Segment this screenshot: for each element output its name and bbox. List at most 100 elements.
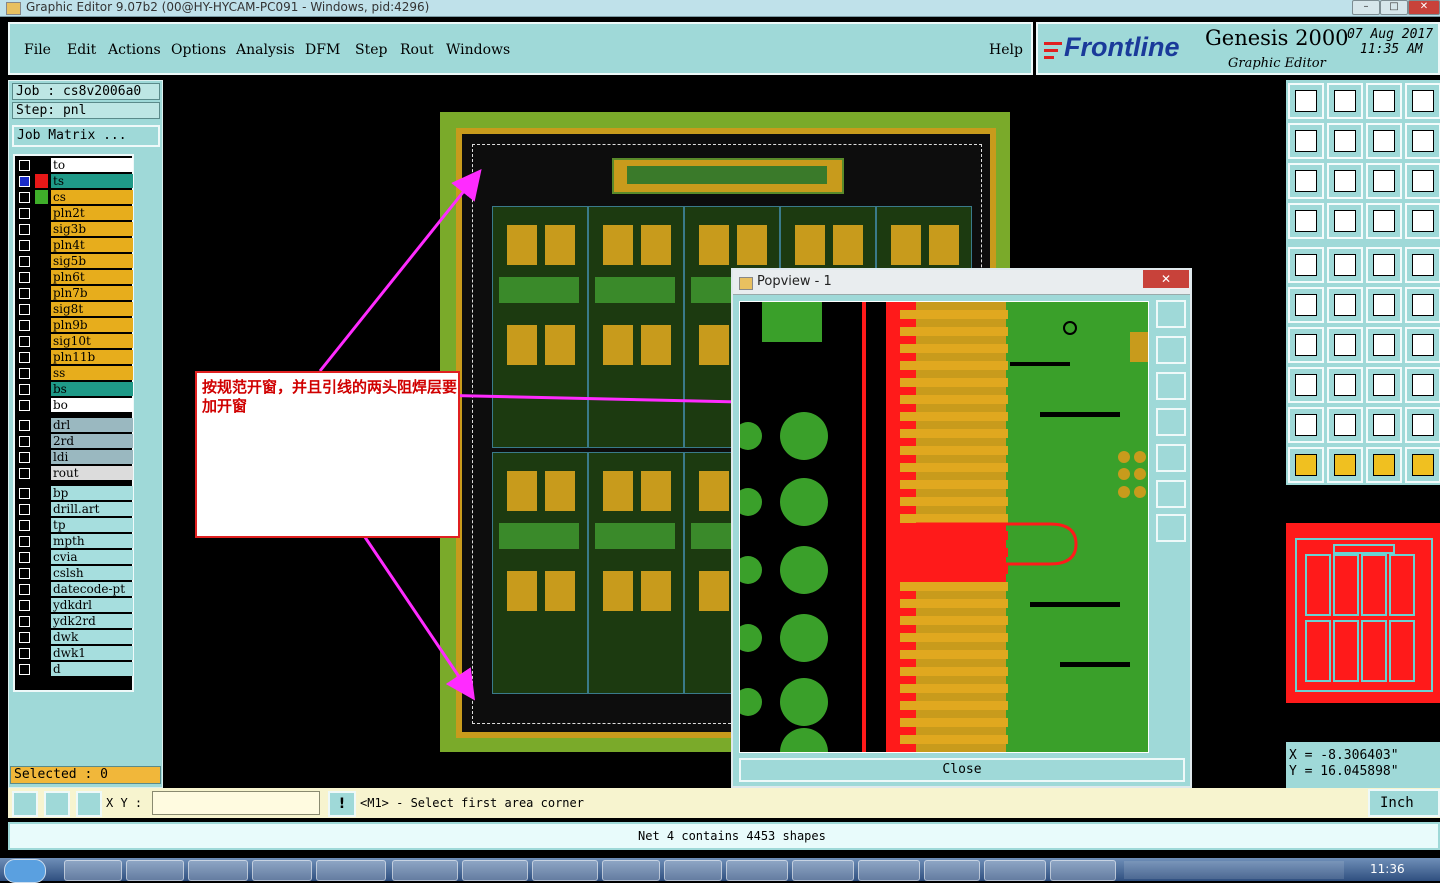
minus-icon[interactable]	[1327, 367, 1363, 403]
net-select-icon[interactable]	[1288, 287, 1324, 323]
tool-glyph	[1334, 334, 1356, 356]
task-7[interactable]	[462, 860, 528, 881]
task-16[interactable]	[1050, 860, 1116, 881]
layer-compare-icon[interactable]	[1366, 203, 1402, 239]
task-2[interactable]	[126, 860, 184, 881]
zoom-ratio-icon[interactable]	[1366, 163, 1402, 199]
popview-zoom-fit-icon[interactable]	[1156, 480, 1186, 508]
point-add-icon[interactable]	[1405, 287, 1440, 323]
ruler-icon[interactable]	[1366, 247, 1402, 283]
finger-solder-mask	[886, 361, 900, 370]
finger-solder-mask	[886, 684, 900, 693]
select-point-icon[interactable]	[1288, 247, 1324, 283]
finger-solder-mask	[886, 310, 900, 319]
task-4[interactable]	[252, 860, 312, 881]
select-area-icon[interactable]	[1327, 247, 1363, 283]
task-11[interactable]	[726, 860, 788, 881]
pan-left-icon[interactable]	[1288, 123, 1324, 159]
tool-glyph	[1412, 90, 1434, 112]
pad-icon[interactable]	[1405, 247, 1440, 283]
tool-glyph	[1334, 130, 1356, 152]
minimap[interactable]	[1286, 523, 1440, 703]
start-button-icon[interactable]	[4, 859, 46, 883]
popview-zoom-home-icon[interactable]	[1156, 514, 1186, 542]
popview-pan-up-icon[interactable]	[1156, 336, 1186, 364]
cross-icon[interactable]	[1327, 287, 1363, 323]
tool-glyph	[1412, 294, 1434, 316]
finger-solder-mask	[886, 667, 900, 676]
task-12[interactable]	[792, 860, 854, 881]
text-mark-icon[interactable]	[1405, 407, 1440, 443]
finger-pad	[898, 429, 1008, 438]
tool-glyph	[1373, 414, 1395, 436]
finger-solder-mask	[886, 565, 900, 574]
finger-solder-mask	[886, 616, 900, 625]
task-1[interactable]	[64, 860, 122, 881]
home-icon[interactable]	[1366, 83, 1402, 119]
frame-icon[interactable]	[1405, 83, 1440, 119]
snap-icon[interactable]	[44, 791, 70, 817]
xy-input[interactable]	[152, 791, 320, 815]
popview-pan-right-icon[interactable]	[1156, 444, 1186, 472]
select-pointer-icon[interactable]	[1327, 447, 1363, 483]
text-a-icon[interactable]	[1327, 407, 1363, 443]
coord-y: Y = 16.045898"	[1289, 764, 1399, 779]
slash-icon[interactable]	[1327, 327, 1363, 363]
triangle-icon[interactable]	[1288, 407, 1324, 443]
task-3[interactable]	[188, 860, 248, 881]
finger-solder-mask	[886, 582, 900, 591]
align-icon[interactable]	[1405, 327, 1440, 363]
fit-box-icon[interactable]	[1366, 367, 1402, 403]
arc-icon[interactable]	[1366, 327, 1402, 363]
tool-glyph	[1373, 334, 1395, 356]
coord-x: X = -8.306403"	[1289, 748, 1399, 763]
help-icon[interactable]	[1405, 163, 1440, 199]
task-6[interactable]	[392, 860, 458, 881]
text-outline-icon[interactable]	[1366, 407, 1402, 443]
layer-view-icon[interactable]	[1327, 83, 1363, 119]
tool-glyph	[1295, 454, 1317, 476]
units-select[interactable]: Inch	[1368, 789, 1440, 817]
shape-icon[interactable]	[1288, 367, 1324, 403]
task-8[interactable]	[532, 860, 598, 881]
pointer-icon[interactable]	[1288, 447, 1324, 483]
task-9[interactable]	[602, 860, 660, 881]
pan-right-icon[interactable]	[1327, 123, 1363, 159]
zoom-center-icon[interactable]	[1327, 163, 1363, 199]
task-13[interactable]	[858, 860, 920, 881]
task-5[interactable]	[316, 860, 386, 881]
line-add-icon[interactable]	[1366, 287, 1402, 323]
swap-icon[interactable]	[1366, 123, 1402, 159]
popview-canvas[interactable]	[739, 301, 1149, 753]
taskbar-clock: 11:36	[1370, 862, 1405, 876]
tool-glyph	[1295, 294, 1317, 316]
tool-glyph	[1373, 170, 1395, 192]
popview-close-button[interactable]: Close	[739, 758, 1185, 782]
message-button[interactable]: !	[328, 791, 356, 817]
top-view-icon[interactable]	[1288, 83, 1324, 119]
popview-pan-down-icon[interactable]	[1156, 372, 1186, 400]
pointer-move-icon[interactable]	[1366, 447, 1402, 483]
popview-window: Popview - 1 ✕ Close	[731, 268, 1192, 788]
task-10[interactable]	[664, 860, 722, 881]
task-15[interactable]	[984, 860, 1046, 881]
redraw-icon[interactable]	[1405, 123, 1440, 159]
tool-glyph	[1295, 254, 1317, 276]
pointer-route-icon[interactable]	[1405, 447, 1440, 483]
popview-zoom-window-icon[interactable]	[1156, 300, 1186, 328]
popview-pan-left-icon[interactable]	[1156, 408, 1186, 436]
grid-toggle-icon[interactable]	[1327, 203, 1363, 239]
tool-glyph	[1295, 334, 1317, 356]
cluster-icon[interactable]	[1405, 367, 1440, 403]
measure-icon[interactable]	[12, 791, 38, 817]
popview-close-icon[interactable]: ✕	[1143, 270, 1189, 288]
angle-icon[interactable]	[1288, 327, 1324, 363]
task-14[interactable]	[924, 860, 980, 881]
zoom-fit-icon[interactable]	[1288, 163, 1324, 199]
wrench-icon[interactable]	[1288, 203, 1324, 239]
grid-icon[interactable]	[76, 791, 102, 817]
layer-stack-icon[interactable]	[1405, 203, 1440, 239]
arrow-to-top-corner	[318, 168, 482, 372]
finger-pad	[898, 463, 1008, 472]
tool-glyph	[1334, 374, 1356, 396]
